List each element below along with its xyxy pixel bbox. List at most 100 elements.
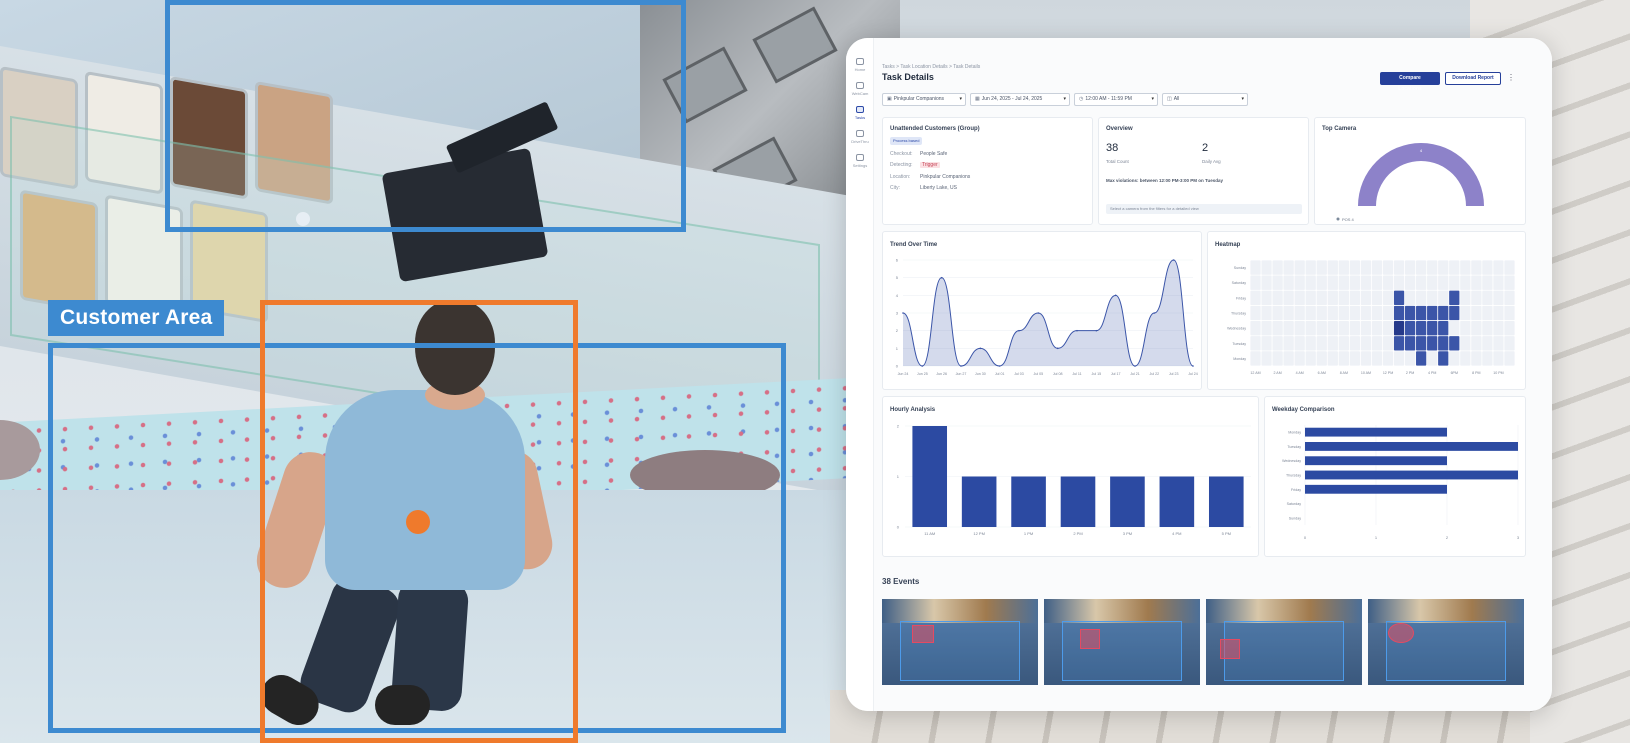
chevron-down-icon: ▾	[959, 96, 962, 102]
heatmap-cell	[1393, 351, 1405, 366]
heatmap-col-label: 4 AM	[1296, 371, 1304, 375]
heatmap-cell	[1371, 320, 1383, 336]
location-filter[interactable]: ▣ Pinkpular Companions ▾	[882, 93, 966, 106]
nav-settings[interactable]: Settings	[846, 154, 874, 168]
heatmap-cell	[1404, 320, 1416, 336]
hourly-x-tick: 1 PM	[1024, 531, 1033, 536]
heatmap-cell	[1449, 260, 1460, 275]
hourly-chart: Hourly Analysis 0 1 2 11 AM 12 PM 1 PM 2 PM 3 P…	[890, 407, 1251, 536]
daily-avg-value: 2	[1202, 142, 1209, 154]
heatmap-cell	[1404, 290, 1416, 306]
heatmap-cell	[1416, 336, 1427, 351]
heatmap-cell	[1371, 351, 1383, 366]
trend-x-tick: Jun 30	[975, 372, 986, 376]
heatmap-cell	[1371, 260, 1383, 275]
heatmap-cell	[1416, 351, 1427, 366]
weekday-bar	[1305, 470, 1518, 480]
heatmap-cell	[1272, 305, 1283, 321]
hourly-card: Hourly Analysis 0 1 2 11 AM 12 PM 1 PM 2 PM 3 P…	[882, 396, 1259, 557]
heatmap-cell	[1493, 351, 1504, 366]
hourly-bar	[1060, 476, 1096, 527]
heatmap-cell	[1272, 275, 1283, 290]
heatmap-cell	[1382, 351, 1394, 366]
gear-icon	[856, 154, 864, 161]
heatmap-cell	[1294, 320, 1305, 336]
nav-drivethru[interactable]: DriveThru	[846, 130, 874, 144]
heatmap-cell	[1305, 351, 1316, 366]
dashboard-window: Home WebCam Tasks DriveThru Settings Tas…	[846, 38, 1552, 711]
heatmap-cell	[1294, 351, 1305, 366]
info-row-detecting: Detecting: Trigger	[890, 162, 940, 168]
heatmap-cell	[1316, 305, 1327, 321]
trend-point	[1134, 365, 1136, 367]
date-range-filter[interactable]: ▦ Jun 24, 2025 - Jul 24, 2025 ▾	[970, 93, 1070, 106]
nav-webcam[interactable]: WebCam	[846, 82, 874, 96]
event-thumbnail[interactable]	[1044, 599, 1200, 685]
max-violations-text: Max violations: between 12:00 PM-3:00 PM…	[1106, 178, 1223, 183]
hourly-y-tick: 1	[897, 474, 900, 479]
overview-card: Overview 38 Total Count 2 Daily Avg Max …	[1098, 117, 1309, 225]
heatmap-cell	[1349, 320, 1361, 336]
nav-home[interactable]: Home	[846, 58, 874, 72]
heatmap-cell	[1482, 260, 1493, 275]
heatmap-cell	[1438, 260, 1449, 275]
hourly-bar	[912, 426, 948, 527]
heatmap-cell	[1493, 305, 1504, 321]
heatmap-cell	[1482, 320, 1493, 336]
trend-y-tick: 1	[896, 346, 899, 351]
page-title: Task Details	[882, 72, 934, 82]
weekday-bar	[1305, 442, 1518, 451]
heatmap-cell	[1416, 290, 1427, 306]
trend-x-tick: Jul 24	[1188, 372, 1198, 376]
heatmap-row-label: Monday	[1233, 357, 1246, 361]
weekday-y-label: Friday	[1291, 488, 1301, 492]
heatmap-cell	[1427, 320, 1438, 336]
heatmap-cell	[1471, 290, 1482, 306]
heatmap-col-label: 6PM	[1451, 371, 1458, 375]
heatmap-cell	[1382, 290, 1394, 306]
heatmap-cell	[1404, 351, 1416, 366]
heatmap-cell	[1360, 351, 1372, 366]
heatmap-cell	[1460, 260, 1471, 275]
event-thumbnail[interactable]	[1206, 599, 1362, 685]
heatmap-cell	[1283, 275, 1294, 290]
download-report-button[interactable]: Download Report	[1445, 72, 1501, 85]
weekday-y-label: Sunday	[1289, 516, 1301, 520]
heatmap-cell	[1438, 336, 1449, 351]
heatmap-cell	[1404, 260, 1416, 275]
heatmap-cell	[1338, 290, 1349, 306]
calendar-icon: ▦	[975, 96, 980, 102]
trend-x-tick: Jul 01	[995, 372, 1005, 376]
heatmap-cell	[1250, 336, 1261, 351]
heatmap-cell	[1393, 275, 1405, 290]
event-thumbnail[interactable]	[882, 599, 1038, 685]
more-options-icon[interactable]: ⋮	[1507, 74, 1515, 82]
heatmap-cell	[1504, 351, 1515, 366]
heatmap-cell	[1250, 351, 1261, 366]
heatmap-cell	[1382, 320, 1394, 336]
task-name: Unattended Customers (Group)	[890, 126, 980, 132]
breadcrumb[interactable]: Tasks > Task Location Details > Task Det…	[882, 64, 980, 70]
heatmap-col-label: 8 AM	[1340, 371, 1348, 375]
heatmap-cell	[1261, 290, 1272, 306]
heatmap-cell	[1504, 336, 1515, 351]
heatmap-cell	[1438, 275, 1449, 290]
trend-y-tick: 6	[896, 258, 899, 263]
event-thumbnail[interactable]	[1368, 599, 1524, 685]
heatmap-col-label: 2 PM	[1406, 371, 1414, 375]
customer-area-label: Customer Area	[48, 300, 225, 336]
heatmap-cell	[1427, 275, 1438, 290]
compare-locations-button[interactable]: Compare Locations	[1380, 72, 1440, 92]
nav-tasks[interactable]: Tasks	[846, 106, 874, 120]
heatmap-cell	[1316, 290, 1327, 306]
time-range-filter[interactable]: ◷ 12:00 AM - 11:59 PM ▾	[1074, 93, 1158, 106]
store-icon: ▣	[887, 96, 892, 102]
heatmap-cell	[1294, 275, 1305, 290]
heatmap-cell	[1449, 275, 1460, 290]
heatmap-cell	[1382, 305, 1394, 321]
camera-icon	[856, 82, 864, 89]
camera-filter[interactable]: ◫ All ▾	[1162, 93, 1248, 106]
trend-point	[902, 312, 904, 314]
heatmap-cell	[1460, 351, 1471, 366]
total-count-label: Total Count	[1106, 159, 1129, 164]
